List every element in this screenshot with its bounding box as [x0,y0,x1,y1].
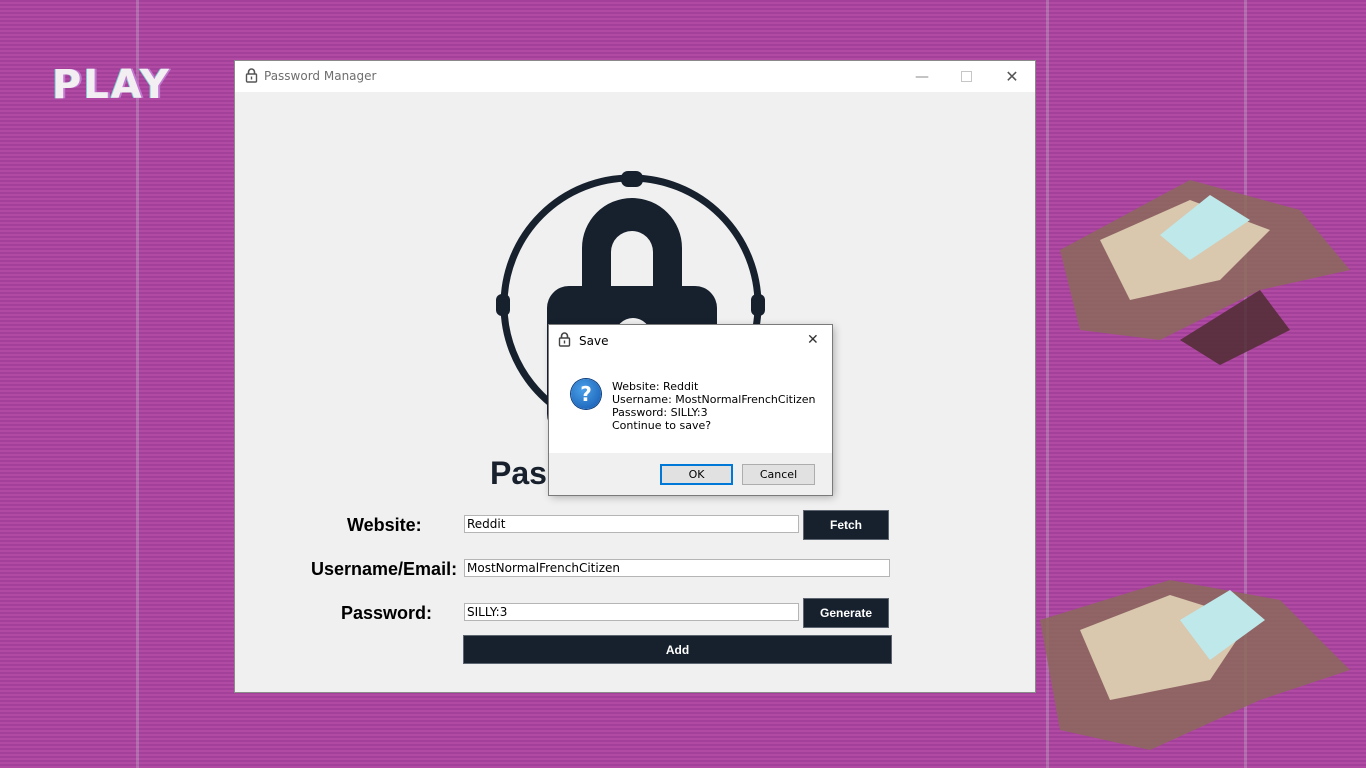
dialog-close-button[interactable]: ✕ [807,332,819,348]
website-input[interactable]: Reddit [464,515,799,533]
username-input[interactable]: MostNormalFrenchCitizen [464,559,890,577]
question-icon: ? [571,379,601,409]
add-button[interactable]: Add [463,635,892,664]
message-line: Password: SILLY:3 [612,406,708,419]
password-label: Password: [341,603,433,623]
password-input[interactable]: SILLY:3 [464,603,799,621]
window-title: Password Manager [264,69,377,83]
maximize-icon [960,71,972,82]
message-line: Username: MostNormalFrenchCitizen [612,393,816,406]
fetch-button[interactable]: Fetch [803,510,889,540]
message-line: Website: Reddit [612,380,699,393]
close-icon: ✕ [1005,67,1019,86]
cancel-button[interactable]: Cancel [742,464,815,485]
minimize-icon: — [915,68,929,85]
jet-image [1060,180,1350,365]
message-line: Continue to save? [612,419,712,432]
ok-button[interactable]: OK [660,464,733,485]
lock-icon [558,332,571,352]
close-icon: ✕ [807,332,819,348]
title-bar[interactable]: Password Manager — ✕ [235,61,1035,92]
minimize-button[interactable]: — [899,61,945,92]
close-button[interactable]: ✕ [989,61,1035,92]
play-overlay-text: PLAY [52,62,171,108]
dialog-title: Save [579,334,609,348]
maximize-button[interactable] [943,61,989,92]
glitch-line [136,0,139,768]
save-dialog: Save ✕ ? Website: Reddit Username: MostN… [549,325,832,495]
username-label: Username/Email: [311,559,458,579]
lock-icon [245,68,258,88]
jet-image [1040,580,1350,750]
website-label: Website: [347,515,422,535]
generate-button[interactable]: Generate [803,598,889,628]
dialog-message: Website: Reddit Username: MostNormalFren… [612,380,816,432]
